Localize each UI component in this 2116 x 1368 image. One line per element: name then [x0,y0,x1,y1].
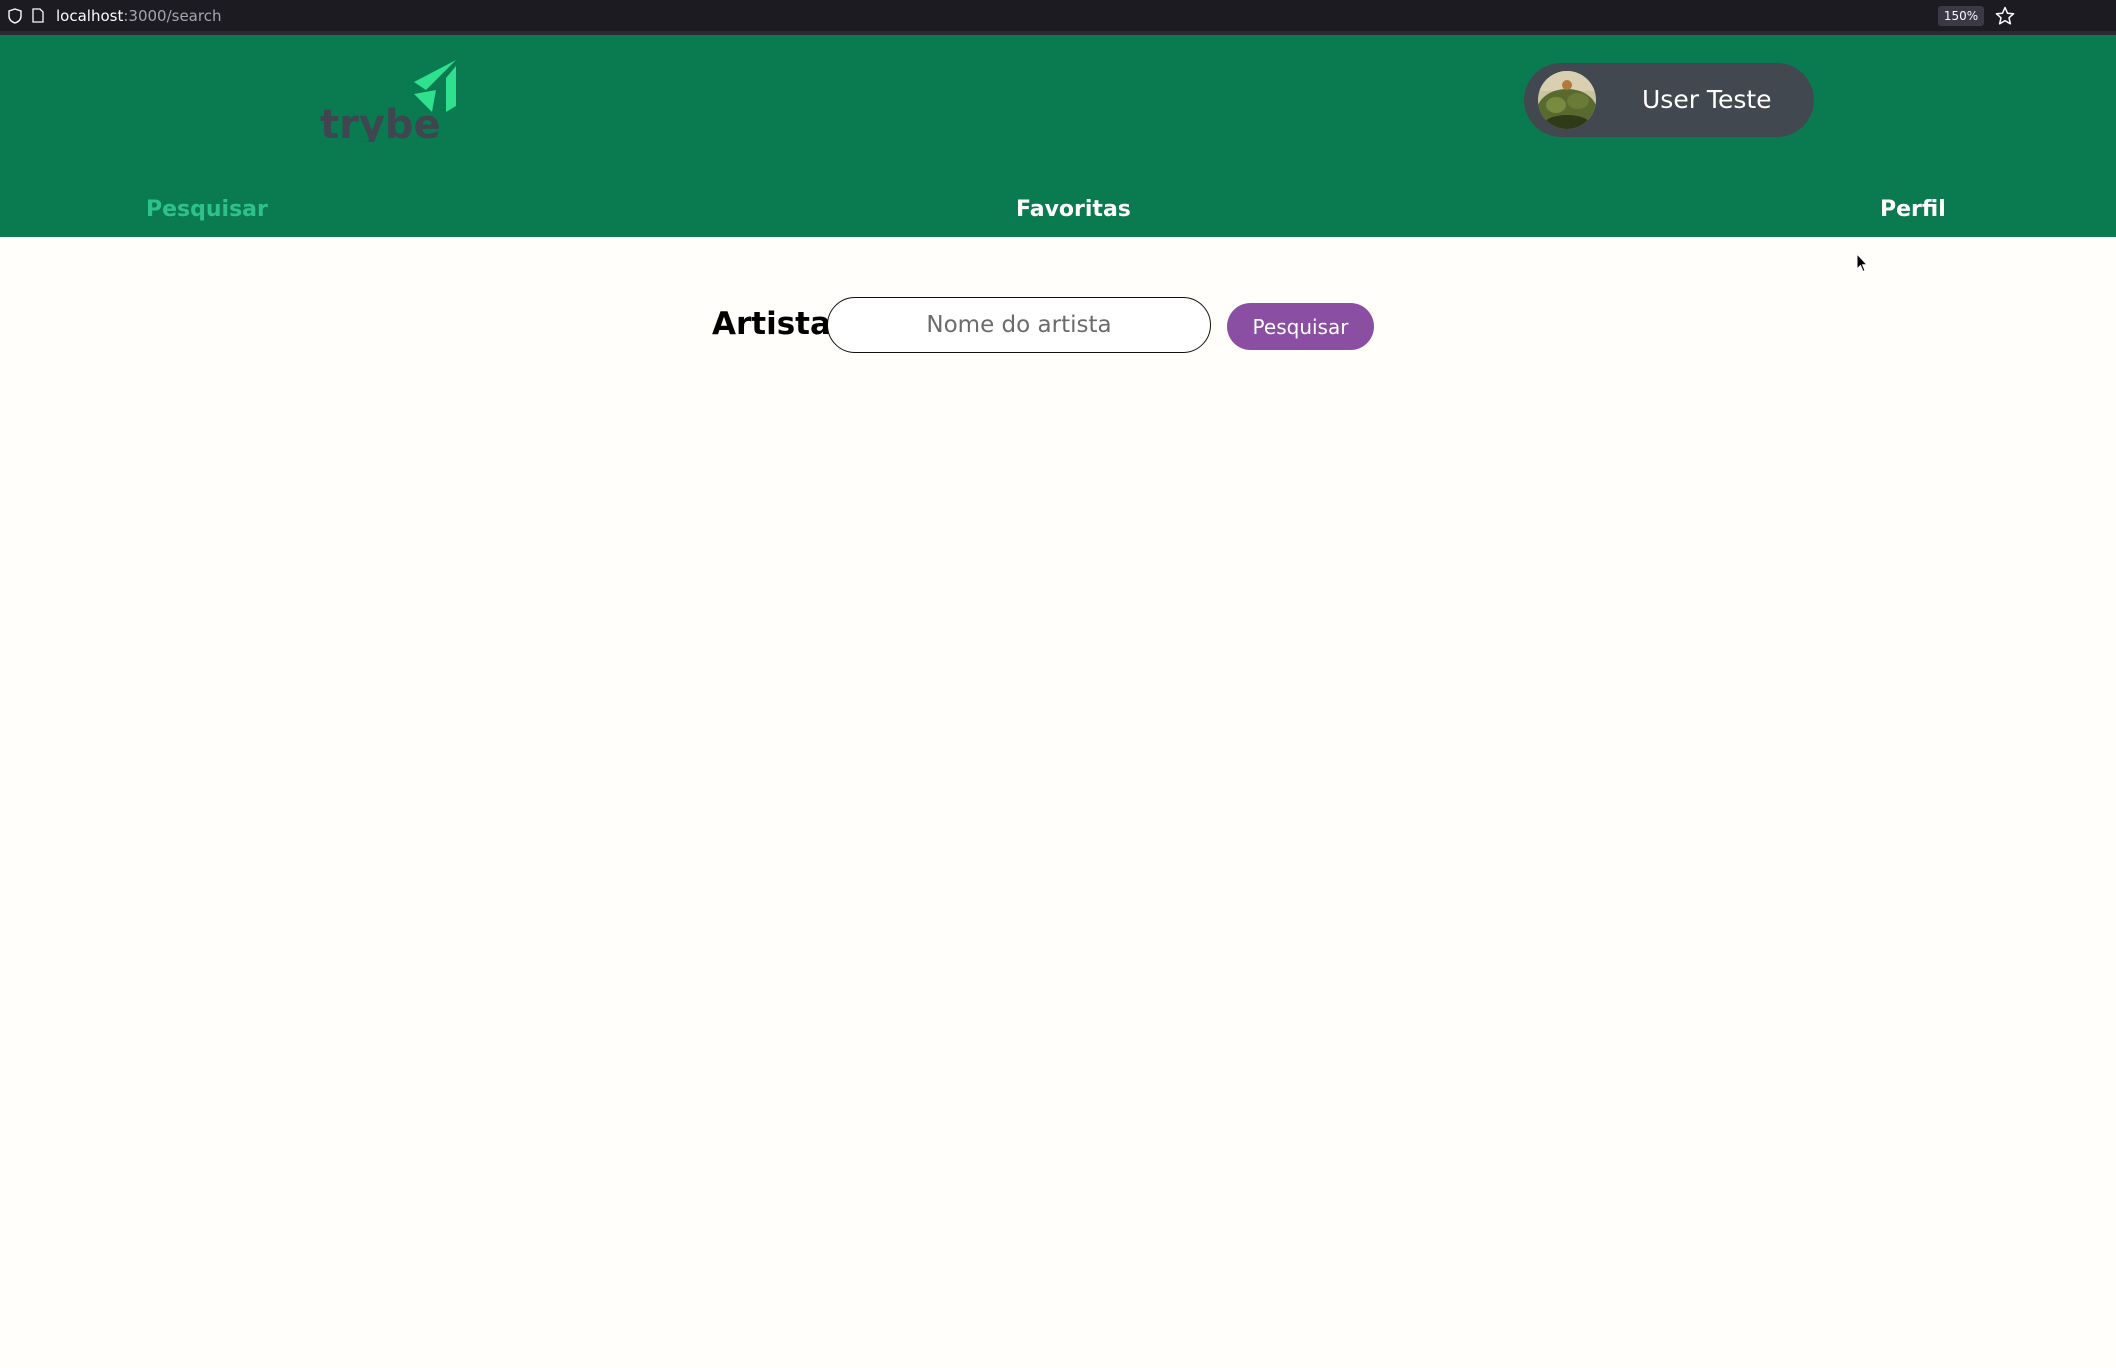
avatar-image [1538,71,1596,129]
artist-search-input[interactable] [827,297,1211,353]
artist-label: Artista [712,306,831,342]
user-profile-pill[interactable]: User Teste [1524,63,1814,137]
user-name: User Teste [1642,85,1772,114]
browser-url-bar[interactable]: localhost:3000/search 150% [0,0,2116,35]
trybe-logo: trybe [320,60,456,142]
url-path: :3000/search [123,7,222,25]
bookmark-star-icon[interactable] [1994,5,2016,27]
nav-link-pesquisar[interactable]: Pesquisar [146,190,268,230]
zoom-level[interactable]: 150% [1938,6,1984,26]
url-text[interactable]: localhost:3000/search [56,6,221,26]
url-host: localhost [56,7,124,25]
nav-link-favoritas[interactable]: Favoritas [1016,190,1131,230]
shield-icon[interactable] [8,8,22,24]
main-nav: Pesquisar Favoritas Perfil [0,190,2116,230]
svg-text:trybe: trybe [320,102,441,142]
nav-link-perfil[interactable]: Perfil [1880,190,1946,230]
app-header: trybe User Teste Pesquisar Favoritas Per… [0,35,2116,237]
search-button[interactable]: Pesquisar [1227,303,1374,350]
mouse-cursor-icon [1856,253,1868,273]
avatar[interactable] [1538,71,1596,129]
page-icon [32,8,44,23]
